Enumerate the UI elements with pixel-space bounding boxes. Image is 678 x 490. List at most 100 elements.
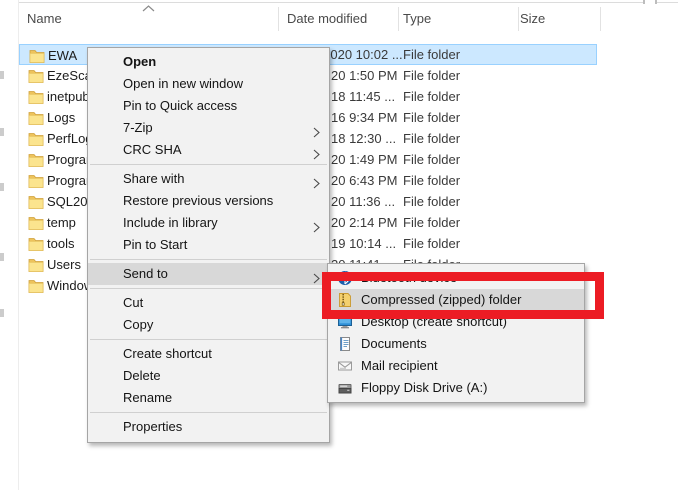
type-cell: File folder — [403, 86, 460, 107]
menu-item-label: Mail recipient — [361, 358, 438, 373]
menu-item-delete[interactable]: Delete — [88, 365, 329, 387]
menu-item-floppy-disk-drive-a[interactable]: Floppy Disk Drive (A:) — [328, 377, 584, 399]
folder-icon — [28, 278, 44, 293]
bluetooth-icon — [337, 270, 353, 286]
type-cell: File folder — [403, 44, 460, 65]
menu-item-label: 7-Zip — [123, 120, 153, 135]
send-to-submenu: Bluetooth device Compressed (zipped) fold… — [327, 263, 585, 403]
folder-icon — [28, 131, 44, 146]
context-menu: Open Open in new window Pin to Quick acces… — [87, 47, 330, 443]
folder-icon — [28, 173, 44, 188]
menu-item-include-in-library[interactable]: Include in library — [88, 212, 329, 234]
menu-item-bluetooth-device[interactable]: Bluetooth device — [328, 267, 584, 289]
menu-separator — [90, 339, 327, 340]
menu-item-label: Send to — [123, 266, 168, 281]
file-name: tools — [47, 233, 74, 254]
menu-item-documents[interactable]: Documents — [328, 333, 584, 355]
menu-item-label: Delete — [123, 368, 161, 383]
menu-separator — [90, 288, 327, 289]
menu-item-label: Properties — [123, 419, 182, 434]
menu-item-label: Compressed (zipped) folder — [361, 292, 521, 307]
folder-icon — [28, 68, 44, 83]
zipped-folder-icon — [337, 292, 353, 308]
date-modified-cell: 16 9:34 PM — [331, 107, 398, 128]
folder-icon — [28, 257, 44, 272]
type-cell: File folder — [403, 107, 460, 128]
date-modified-cell: 18 12:30 ... — [331, 128, 396, 149]
floppy-icon — [337, 380, 353, 396]
menu-item-label: Open — [123, 54, 156, 69]
menu-item-properties[interactable]: Properties — [88, 416, 329, 438]
menu-item-label: Rename — [123, 390, 172, 405]
type-cell: File folder — [403, 233, 460, 254]
folder-icon — [28, 152, 44, 167]
file-name: temp — [47, 212, 76, 233]
menu-item-label: CRC SHA — [123, 142, 182, 157]
type-cell: File folder — [403, 149, 460, 170]
folder-icon — [28, 215, 44, 230]
menu-item-label: Copy — [123, 317, 153, 332]
menu-item-cut[interactable]: Cut — [88, 292, 329, 314]
type-cell: File folder — [403, 212, 460, 233]
date-modified-cell: 19 10:14 ... — [331, 233, 396, 254]
menu-item-label: Create shortcut — [123, 346, 212, 361]
documents-icon — [337, 336, 353, 352]
menu-separator — [90, 412, 327, 413]
menu-item-pin-to-start[interactable]: Pin to Start — [88, 234, 329, 256]
date-modified-cell: 20 6:43 PM — [331, 170, 398, 191]
chevron-right-icon — [313, 174, 320, 185]
folder-icon — [28, 194, 44, 209]
menu-item-copy[interactable]: Copy — [88, 314, 329, 336]
menu-item-crc-sha[interactable]: CRC SHA — [88, 139, 329, 161]
menu-item-pin-to-quick-access[interactable]: Pin to Quick access — [88, 95, 329, 117]
menu-item-label: Bluetooth device — [361, 270, 457, 285]
folder-icon — [29, 48, 45, 63]
chevron-right-icon — [313, 123, 320, 134]
date-modified-cell: 20 1:50 PM — [331, 65, 398, 86]
menu-item-label: Desktop (create shortcut) — [361, 314, 507, 329]
menu-item-compressed-zipped-folder[interactable]: Compressed (zipped) folder — [328, 289, 584, 311]
date-modified-cell: 18 11:45 ... — [331, 86, 395, 107]
desktop-icon — [337, 314, 353, 330]
menu-separator — [90, 259, 327, 260]
menu-item-label: Include in library — [123, 215, 218, 230]
menu-item-label: Cut — [123, 295, 143, 310]
type-cell: File folder — [403, 191, 460, 212]
type-cell: File folder — [403, 65, 460, 86]
menu-item-label: Open in new window — [123, 76, 243, 91]
chevron-right-icon — [313, 218, 320, 229]
file-name: inetpub — [47, 86, 90, 107]
type-cell: File folder — [403, 170, 460, 191]
menu-item-label: Pin to Quick access — [123, 98, 237, 113]
file-explorer-window: Name Date modified Type Size EWA24/09/20… — [0, 0, 678, 490]
menu-separator — [90, 164, 327, 165]
menu-item-open[interactable]: Open — [88, 51, 329, 73]
menu-item-label: Pin to Start — [123, 237, 187, 252]
file-name: EWA — [48, 45, 77, 66]
folder-icon — [28, 110, 44, 125]
folder-icon — [28, 236, 44, 251]
file-name: PerfLog — [47, 128, 93, 149]
menu-item-desktop-create-shortcut[interactable]: Desktop (create shortcut) — [328, 311, 584, 333]
file-name: Logs — [47, 107, 75, 128]
menu-item-7-zip[interactable]: 7-Zip — [88, 117, 329, 139]
menu-item-label: Documents — [361, 336, 427, 351]
folder-icon — [28, 89, 44, 104]
menu-item-send-to[interactable]: Send to — [88, 263, 329, 285]
date-modified-cell: 20 11:36 ... — [331, 191, 395, 212]
date-modified-cell: 20 2:14 PM — [331, 212, 398, 233]
menu-item-label: Share with — [123, 171, 184, 186]
menu-item-open-in-new-window[interactable]: Open in new window — [88, 73, 329, 95]
menu-item-rename[interactable]: Rename — [88, 387, 329, 409]
menu-item-create-shortcut[interactable]: Create shortcut — [88, 343, 329, 365]
menu-item-restore-previous-versions[interactable]: Restore previous versions — [88, 190, 329, 212]
menu-item-share-with[interactable]: Share with — [88, 168, 329, 190]
file-name: Users — [47, 254, 81, 275]
menu-item-label: Floppy Disk Drive (A:) — [361, 380, 487, 395]
menu-item-mail-recipient[interactable]: Mail recipient — [328, 355, 584, 377]
chevron-right-icon — [313, 145, 320, 156]
menu-item-label: Restore previous versions — [123, 193, 273, 208]
chevron-right-icon — [313, 269, 320, 280]
type-cell: File folder — [403, 128, 460, 149]
mail-icon — [337, 358, 353, 374]
